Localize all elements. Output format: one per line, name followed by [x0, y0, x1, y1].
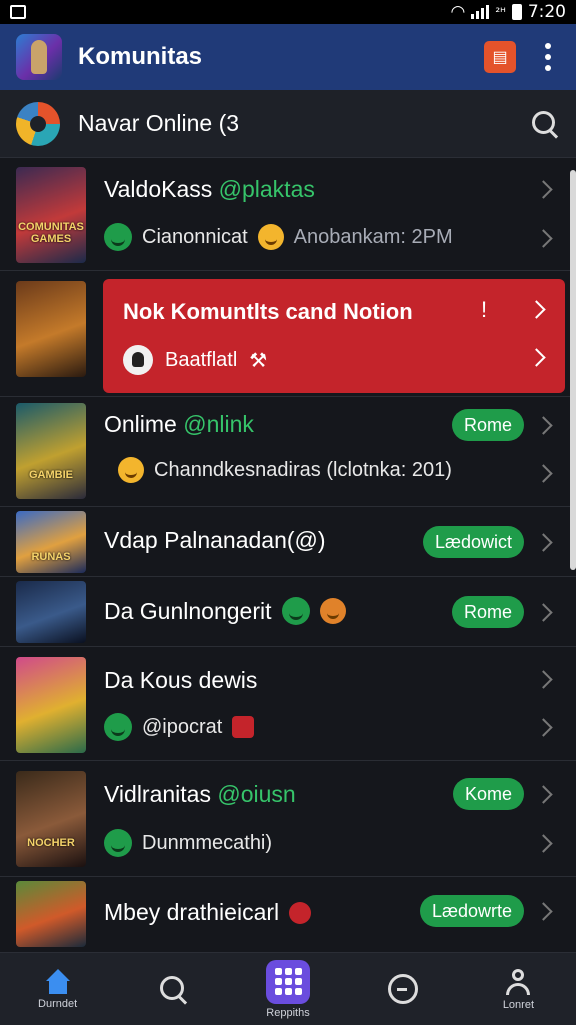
game-thumbnail	[16, 281, 86, 377]
thumbnail-caption: NOCHER	[27, 837, 75, 849]
chevron-right-icon	[534, 229, 553, 248]
chevron-right-icon	[534, 834, 553, 853]
thumbnail-caption: COMUNITAS GAMES	[18, 221, 84, 245]
item-title: Vdap Palnanadan(@)	[104, 527, 326, 553]
inbox-icon: ▤	[492, 49, 508, 66]
chevron-right-icon	[534, 785, 553, 804]
user-icon	[505, 968, 531, 996]
item-title: Onlime @nlink	[104, 411, 254, 437]
thumbnail-caption: GAMBIE	[29, 469, 73, 481]
tool-icon: ⚒	[249, 349, 268, 372]
game-thumbnail: RUNAS	[16, 511, 86, 573]
thumbnail-caption: RUNAS	[31, 551, 71, 563]
notification-icon	[10, 5, 26, 19]
game-thumbnail: GAMBIE	[16, 403, 86, 499]
community-icon	[16, 101, 60, 146]
grid-icon	[266, 959, 310, 1004]
community-header: Navar Online (3	[0, 90, 576, 158]
red-badge-icon	[289, 901, 312, 924]
nav-chat[interactable]	[346, 953, 461, 1025]
game-thumbnail	[16, 581, 86, 643]
scrollbar[interactable]	[570, 170, 576, 570]
chevron-right-icon	[534, 416, 553, 435]
item-subtitle: Baatflatl ⚒	[123, 345, 267, 375]
emoji-icon	[257, 224, 284, 250]
emoji-icon	[118, 457, 144, 483]
game-thumbnail	[16, 657, 86, 753]
nav-label: Lonret	[502, 998, 535, 1011]
chevron-right-icon	[534, 464, 553, 483]
nav-search[interactable]	[115, 953, 230, 1025]
chevron-right-icon	[534, 670, 553, 689]
chevron-right-icon	[534, 180, 553, 199]
nav-home[interactable]: Durndet	[0, 953, 115, 1025]
community-list: COMUNITAS GAMES ValdoKass @plaktas Ciano…	[0, 159, 576, 953]
community-title: Navar Online (3	[78, 110, 240, 136]
nav-label: Durndet	[38, 997, 78, 1010]
status-pill[interactable]: Lædowrte	[419, 895, 524, 927]
emoji-icon	[319, 598, 346, 624]
tool-icon	[104, 713, 132, 741]
list-item[interactable]: GAMBIE Onlime @nlink Rome Channdkesnadir…	[0, 397, 576, 507]
smile-icon	[104, 223, 132, 251]
game-thumbnail: NOCHER	[16, 771, 86, 867]
game-thumbnail: COMUNITAS GAMES	[16, 167, 86, 263]
list-item[interactable]: Da Gunlnongerit Rome	[0, 577, 576, 647]
status-pill[interactable]: Lædowict	[422, 526, 524, 558]
status-pill[interactable]: Rome	[451, 409, 524, 441]
nav-label: Reppiths	[266, 1006, 310, 1019]
status-pill[interactable]: Rome	[451, 596, 524, 628]
item-title: ValdoKass @plaktas	[104, 176, 315, 202]
status-right: ◠ ²ᴴ 7:20	[450, 2, 566, 22]
chevron-right-icon	[527, 348, 546, 367]
signal-icon	[471, 5, 490, 19]
search-button[interactable]	[530, 109, 560, 139]
chevron-right-icon	[527, 300, 546, 319]
red-badge-icon	[232, 716, 255, 738]
search-icon	[158, 974, 188, 1004]
highlight-card[interactable]: Nok Komuntlts cand Notion ! Baatflatl ⚒	[103, 279, 565, 393]
home-icon	[44, 968, 72, 995]
item-title: Nok Komuntlts cand Notion	[123, 299, 413, 324]
alert-mark: !	[481, 297, 488, 322]
game-thumbnail	[16, 881, 86, 947]
app-title: Komunitas	[78, 43, 203, 70]
item-title: Da Gunlnongerit	[104, 597, 346, 625]
bottom-nav: Durndet Reppiths Lonret	[0, 952, 576, 1025]
avatar	[123, 345, 153, 375]
wifi-icon: ◠	[450, 2, 466, 22]
network-indicator: ²ᴴ	[495, 5, 506, 19]
chevron-right-icon	[534, 718, 553, 737]
item-subtitle: Dunmmecathi)	[104, 829, 272, 857]
chevron-right-icon	[534, 533, 553, 552]
nav-profile[interactable]: Lonret	[461, 953, 576, 1025]
nav-apps[interactable]: Reppiths	[230, 953, 345, 1025]
smile-icon	[281, 597, 310, 625]
chat-icon	[388, 974, 419, 1004]
app-bar: Komunitas ▤	[0, 24, 576, 90]
battery-icon	[511, 4, 522, 20]
more-menu-button[interactable]	[536, 43, 560, 71]
clock: 7:20	[527, 2, 566, 22]
smile-icon	[104, 829, 132, 857]
list-item-highlighted[interactable]: Nok Komuntlts cand Notion ! Baatflatl ⚒	[0, 271, 576, 397]
inbox-button[interactable]: ▤	[484, 41, 516, 73]
list-item[interactable]: COMUNITAS GAMES ValdoKass @plaktas Ciano…	[0, 159, 576, 271]
list-item[interactable]: NOCHER Vidlranitas @oiusn Kome Dunmmecat…	[0, 761, 576, 877]
status-pill[interactable]: Kome	[452, 778, 524, 810]
item-subtitle: Channdkesnadiras (lclotnka: 201)	[118, 457, 452, 483]
status-bar: ◠ ²ᴴ 7:20	[0, 0, 576, 24]
item-title: Mbey drathieicarl	[104, 899, 312, 926]
chevron-right-icon	[534, 603, 553, 622]
list-item[interactable]: Mbey drathieicarl Lædowrte	[0, 877, 576, 953]
item-subtitle: @ipocrat	[104, 713, 255, 741]
chevron-right-icon	[534, 902, 553, 921]
list-item[interactable]: RUNAS Vdap Palnanadan(@) Lædowict	[0, 507, 576, 577]
list-item[interactable]: Da Kous dewis @ipocrat	[0, 647, 576, 761]
item-title: Vidlranitas @oiusn	[104, 781, 296, 807]
item-subtitle: Cianonnicat Anobankam: 2PM	[104, 223, 453, 251]
app-logo	[16, 34, 62, 80]
item-title: Da Kous dewis	[104, 667, 258, 693]
